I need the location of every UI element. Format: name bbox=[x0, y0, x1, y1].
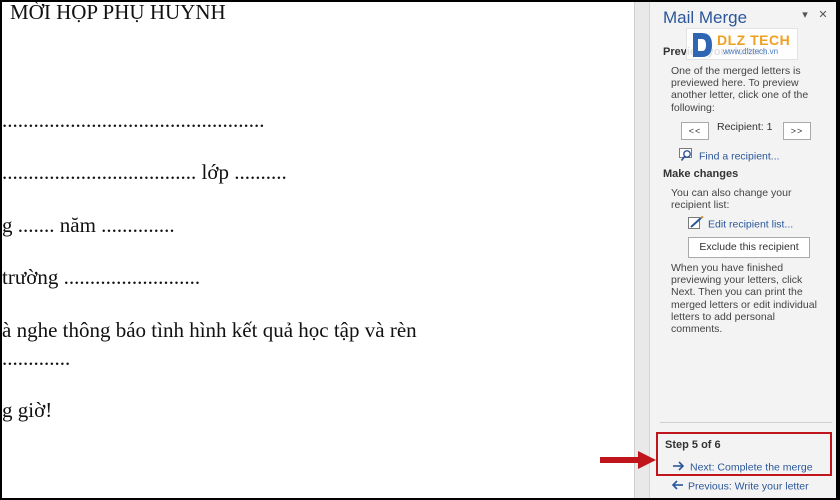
previous-step-label: Previous: Write your letter bbox=[688, 480, 809, 493]
dlz-tech-logo: DLZ TECH www.dlztech.vn bbox=[686, 28, 798, 60]
arrow-right-icon bbox=[673, 461, 685, 474]
pane-splitter[interactable] bbox=[634, 2, 650, 498]
doc-line: ............. bbox=[2, 346, 71, 370]
step-label: Step 5 of 6 bbox=[665, 439, 721, 451]
edit-list-icon bbox=[688, 215, 704, 233]
make-changes-description: You can also change your recipient list: bbox=[671, 187, 792, 212]
edit-recipient-list-label: Edit recipient list... bbox=[708, 218, 794, 231]
preview-description: One of the merged letters is previewed h… bbox=[671, 65, 809, 114]
pane-close-icon[interactable]: ✕ bbox=[816, 8, 830, 22]
mail-merge-pane: Mail Merge ▾ ✕ Preview your letters One … bbox=[650, 2, 836, 498]
exclude-recipient-button[interactable]: Exclude this recipient bbox=[688, 237, 810, 258]
red-arrow-icon bbox=[600, 451, 656, 469]
doc-line: g ....... năm .............. bbox=[2, 213, 175, 237]
step-highlight-box: Step 5 of 6 Next: Complete the merge bbox=[656, 432, 832, 476]
doc-line: ........................................… bbox=[2, 108, 265, 132]
logo-brand: DLZ TECH bbox=[717, 32, 791, 48]
pane-options-dropdown[interactable]: ▾ bbox=[798, 8, 812, 22]
doc-line: ..................................... lớ… bbox=[2, 160, 287, 184]
previous-recipient-button[interactable]: << bbox=[681, 122, 709, 140]
edit-recipient-list-link[interactable]: Edit recipient list... bbox=[688, 215, 794, 233]
doc-line: g giờ! bbox=[2, 398, 53, 422]
doc-line: trường .......................... bbox=[2, 265, 201, 289]
finish-description: When you have finished previewing your l… bbox=[671, 262, 817, 336]
logo-tagline: www.dlztech.vn bbox=[723, 47, 779, 56]
recipient-number: Recipient: 1 bbox=[717, 121, 773, 133]
doc-title-line: MỜI HỌP PHỤ HUYNH bbox=[10, 2, 226, 24]
make-changes-heading: Make changes bbox=[663, 168, 739, 180]
doc-line: à nghe thông báo tình hình kết quả học t… bbox=[2, 318, 417, 342]
find-recipient-link[interactable]: Find a recipient... bbox=[679, 148, 780, 165]
next-recipient-button[interactable]: >> bbox=[783, 122, 811, 140]
arrow-left-icon bbox=[671, 480, 683, 493]
dlz-logo-mark-icon bbox=[693, 33, 712, 57]
pane-title: Mail Merge bbox=[663, 8, 748, 27]
step-divider bbox=[660, 422, 832, 423]
find-recipient-label: Find a recipient... bbox=[699, 150, 780, 163]
next-step-label: Next: Complete the merge bbox=[690, 461, 813, 474]
search-icon bbox=[679, 148, 695, 165]
previous-step-link[interactable]: Previous: Write your letter bbox=[671, 480, 809, 493]
document-page[interactable]: MỜI HỌP PHỤ HUYNH ......................… bbox=[2, 2, 634, 498]
next-step-link[interactable]: Next: Complete the merge bbox=[673, 461, 813, 474]
